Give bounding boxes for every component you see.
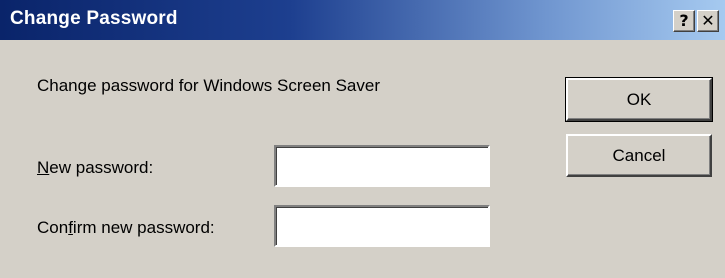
close-icon: ✕ [701, 11, 715, 30]
change-password-dialog: Change Password ? ✕ Change password for … [0, 0, 725, 278]
dialog-prompt: Change password for Windows Screen Saver [37, 76, 380, 95]
help-icon: ? [679, 11, 689, 30]
new-password-label-text: ew password: [49, 158, 154, 177]
confirm-password-label-pre: Con [37, 218, 69, 237]
help-button[interactable]: ? [673, 10, 695, 32]
new-password-label: New password: [37, 157, 153, 179]
new-password-field[interactable] [274, 145, 490, 187]
new-password-accelerator: N [37, 158, 50, 177]
confirm-password-label: Confirm new password: [37, 217, 215, 239]
confirm-password-label-post: irm new password: [72, 218, 215, 237]
ok-button[interactable]: OK [565, 77, 713, 122]
title-bar[interactable]: Change Password ? ✕ [0, 0, 725, 40]
dialog-title: Change Password [10, 8, 178, 29]
close-button[interactable]: ✕ [697, 10, 719, 32]
cancel-button[interactable]: Cancel [566, 134, 712, 177]
confirm-password-field[interactable] [274, 205, 490, 247]
